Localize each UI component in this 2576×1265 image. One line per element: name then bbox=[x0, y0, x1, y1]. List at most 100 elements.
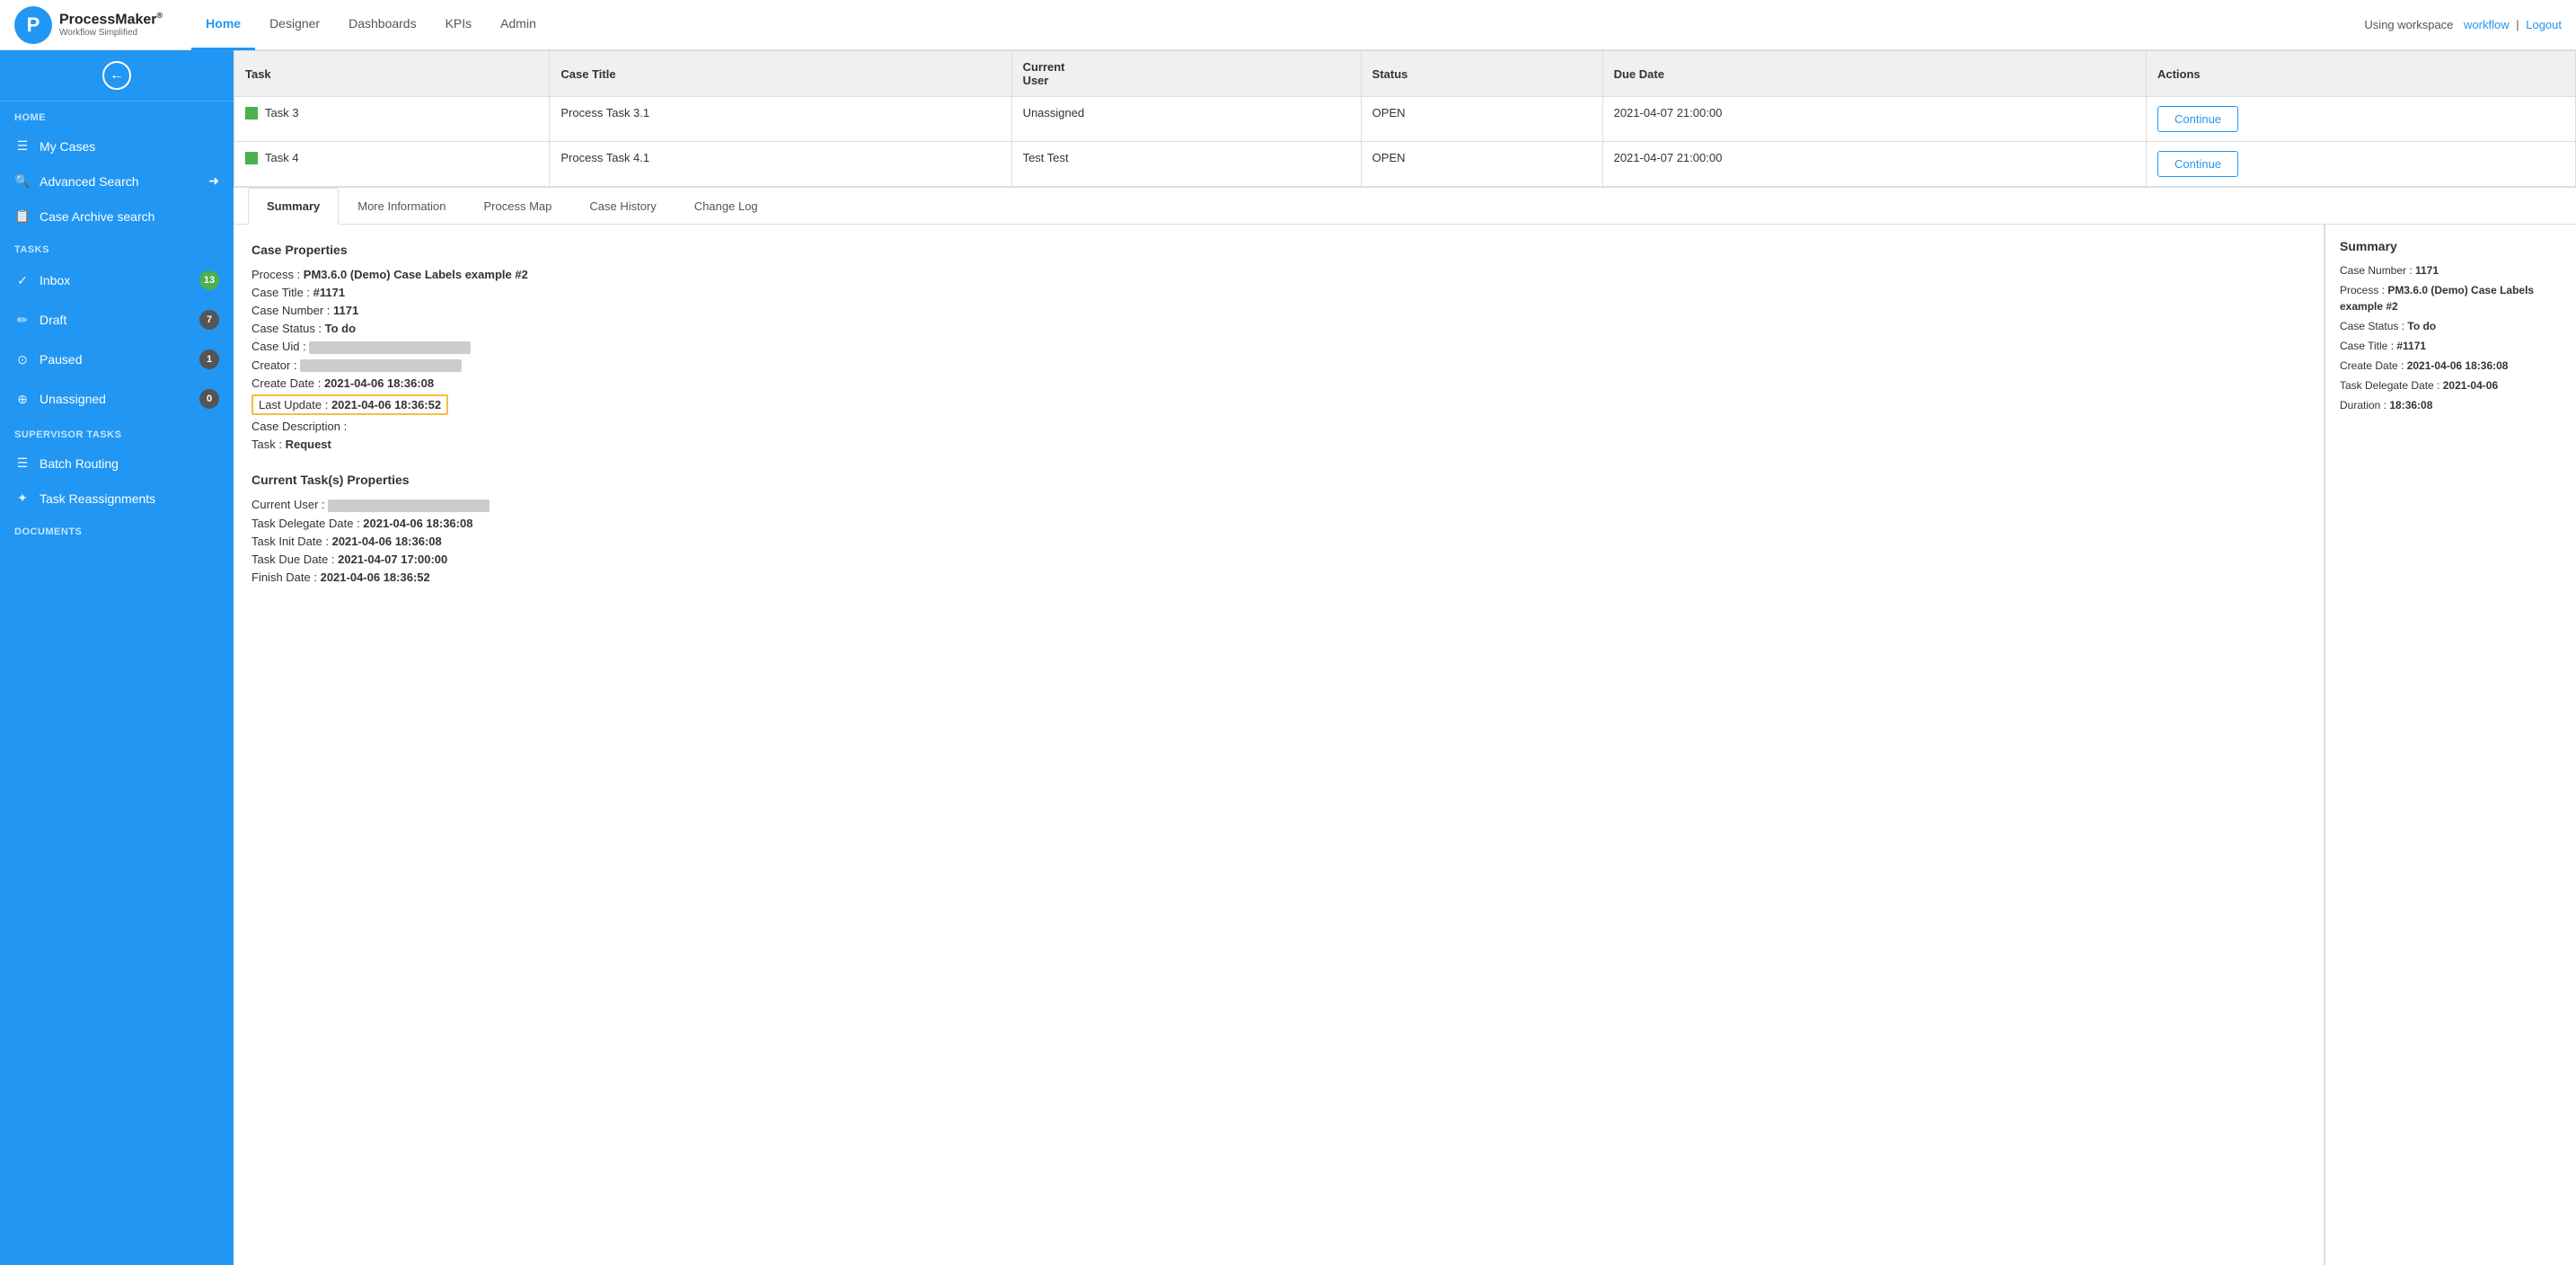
row1-case-title: Process Task 3.1 bbox=[550, 97, 1011, 142]
task-due-date-value: 2021-04-07 17:00:00 bbox=[338, 553, 447, 566]
workspace-link[interactable]: workflow bbox=[2464, 18, 2510, 31]
unassigned-icon: ⊕ bbox=[14, 392, 31, 407]
task-delegate-date-value: 2021-04-06 18:36:08 bbox=[363, 517, 472, 530]
prop-case-number: Case Number : 1171 bbox=[251, 304, 2306, 317]
task-reassign-icon: ✦ bbox=[14, 491, 31, 506]
task4-status-icon bbox=[245, 152, 258, 164]
logout-link[interactable]: Logout bbox=[2526, 18, 2562, 31]
prop-case-title-value: #1171 bbox=[313, 286, 345, 299]
right-case-status: Case Status : To do bbox=[2340, 318, 2562, 334]
row2-status: OPEN bbox=[1361, 142, 1602, 187]
col-current-user: CurrentUser bbox=[1011, 51, 1361, 97]
logo-area: P ProcessMaker® Workflow Simplified bbox=[14, 6, 163, 44]
sidebar-item-draft[interactable]: ✏ Draft 7 bbox=[0, 300, 234, 340]
sidebar-item-case-archive[interactable]: 📋 Case Archive search bbox=[0, 199, 234, 234]
sidebar-item-task-reassignments[interactable]: ✦ Task Reassignments bbox=[0, 481, 234, 516]
task-init-date-value: 2021-04-06 18:36:08 bbox=[332, 535, 442, 548]
right-summary-panel: Summary Case Number : 1171 Process : PM3… bbox=[2325, 225, 2576, 1265]
sidebar-item-advanced-search[interactable]: 🔍 Advanced Search ➜ bbox=[0, 164, 234, 199]
row1-continue-button[interactable]: Continue bbox=[2157, 106, 2238, 132]
summary-panel: Case Properties Process : PM3.6.0 (Demo)… bbox=[234, 225, 2325, 1265]
right-case-title: Case Title : #1171 bbox=[2340, 338, 2562, 354]
sidebar-item-inbox[interactable]: ✓ Inbox 13 bbox=[0, 261, 234, 300]
sidebar-item-unassigned[interactable]: ⊕ Unassigned 0 bbox=[0, 379, 234, 419]
prop-current-user: Current User : bbox=[251, 498, 2306, 512]
main-nav: Home Designer Dashboards KPIs Admin bbox=[191, 0, 551, 50]
prop-task-delegate-date: Task Delegate Date : 2021-04-06 18:36:08 bbox=[251, 517, 2306, 530]
sidebar-label-task-reassignments: Task Reassignments bbox=[40, 491, 155, 506]
sidebar: ← HOME ☰ My Cases 🔍 Advanced Search ➜ 📋 … bbox=[0, 50, 234, 1265]
right-duration: Duration : 18:36:08 bbox=[2340, 397, 2562, 413]
back-icon: ← bbox=[110, 67, 124, 84]
right-process: Process : PM3.6.0 (Demo) Case Labels exa… bbox=[2340, 282, 2562, 314]
tab-case-history[interactable]: Case History bbox=[570, 188, 675, 225]
tab-more-info[interactable]: More Information bbox=[339, 188, 464, 225]
col-task: Task bbox=[234, 51, 550, 97]
sidebar-item-paused[interactable]: ⊙ Paused 1 bbox=[0, 340, 234, 379]
prop-case-status: Case Status : To do bbox=[251, 322, 2306, 335]
current-task-section: Current Task(s) Properties Current User … bbox=[251, 473, 2306, 584]
row1-action: Continue bbox=[2146, 97, 2575, 142]
back-button[interactable]: ← bbox=[102, 61, 131, 90]
row2-task: Task 4 bbox=[234, 142, 550, 187]
prop-task: Task : Request bbox=[251, 438, 2306, 451]
tab-summary[interactable]: Summary bbox=[248, 188, 339, 225]
sidebar-item-batch-routing[interactable]: ☰ Batch Routing bbox=[0, 446, 234, 481]
task3-status-icon bbox=[245, 107, 258, 119]
brand-tagline: Workflow Simplified bbox=[59, 28, 163, 39]
right-summary-title: Summary bbox=[2340, 239, 2562, 253]
table-row: Task 4 Process Task 4.1 Test Test OPEN 2… bbox=[234, 142, 2576, 187]
case-uid-blurred bbox=[309, 341, 471, 354]
paused-badge: 1 bbox=[199, 349, 219, 369]
tab-process-map[interactable]: Process Map bbox=[465, 188, 571, 225]
prop-process: Process : PM3.6.0 (Demo) Case Labels exa… bbox=[251, 268, 2306, 281]
tabs-bar: Summary More Information Process Map Cas… bbox=[234, 188, 2576, 225]
col-due-date: Due Date bbox=[1602, 51, 2146, 97]
row1-user: Unassigned bbox=[1011, 97, 1361, 142]
nav-admin[interactable]: Admin bbox=[486, 0, 551, 50]
prop-last-update: Last Update : 2021-04-06 18:36:52 bbox=[251, 394, 2306, 415]
prop-task-due-date: Task Due Date : 2021-04-07 17:00:00 bbox=[251, 553, 2306, 566]
prop-process-value: PM3.6.0 (Demo) Case Labels example #2 bbox=[304, 268, 528, 281]
main-layout: ← HOME ☰ My Cases 🔍 Advanced Search ➜ 📋 … bbox=[0, 50, 2576, 1265]
nav-designer[interactable]: Designer bbox=[255, 0, 334, 50]
finish-date-value: 2021-04-06 18:36:52 bbox=[321, 571, 430, 584]
prop-case-status-value: To do bbox=[325, 322, 356, 335]
case-properties-title: Case Properties bbox=[251, 243, 2306, 257]
top-nav: P ProcessMaker® Workflow Simplified Home… bbox=[0, 0, 2576, 50]
draft-badge: 7 bbox=[199, 310, 219, 330]
sidebar-label-paused: Paused bbox=[40, 352, 82, 367]
prop-case-title: Case Title : #1171 bbox=[251, 286, 2306, 299]
prop-case-description: Case Description : bbox=[251, 420, 2306, 433]
case-properties-section: Case Properties Process : PM3.6.0 (Demo)… bbox=[251, 243, 2306, 451]
sidebar-label-inbox: Inbox bbox=[40, 273, 70, 288]
row1-due-date: 2021-04-07 21:00:00 bbox=[1602, 97, 2146, 142]
sidebar-section-tasks: TASKS bbox=[0, 234, 234, 261]
sidebar-label-mycases: My Cases bbox=[40, 139, 95, 154]
row2-due-date: 2021-04-07 21:00:00 bbox=[1602, 142, 2146, 187]
prop-finish-date: Finish Date : 2021-04-06 18:36:52 bbox=[251, 571, 2306, 584]
col-actions: Actions bbox=[2146, 51, 2575, 97]
row1-status: OPEN bbox=[1361, 97, 1602, 142]
case-archive-icon: 📋 bbox=[14, 208, 31, 224]
row2-continue-button[interactable]: Continue bbox=[2157, 151, 2238, 177]
current-task-title: Current Task(s) Properties bbox=[251, 473, 2306, 487]
sidebar-item-mycases[interactable]: ☰ My Cases bbox=[0, 128, 234, 164]
nav-dashboards[interactable]: Dashboards bbox=[334, 0, 431, 50]
sidebar-label-batch-routing: Batch Routing bbox=[40, 456, 119, 471]
right-case-number: Case Number : 1171 bbox=[2340, 262, 2562, 279]
row1-task: Task 3 bbox=[234, 97, 550, 142]
nav-home[interactable]: Home bbox=[191, 0, 255, 50]
prop-create-date-value: 2021-04-06 18:36:08 bbox=[324, 376, 434, 390]
tab-change-log[interactable]: Change Log bbox=[675, 188, 777, 225]
inbox-icon: ✓ bbox=[14, 273, 31, 288]
sidebar-section-documents: DOCUMENTS bbox=[0, 516, 234, 543]
prop-last-update-value: 2021-04-06 18:36:52 bbox=[331, 398, 441, 411]
content-area: Task Case Title CurrentUser Status Due D… bbox=[234, 50, 2576, 1265]
nav-kpis[interactable]: KPIs bbox=[431, 0, 487, 50]
sidebar-back[interactable]: ← bbox=[0, 50, 234, 102]
batch-routing-icon: ☰ bbox=[14, 456, 31, 471]
prop-case-uid: Case Uid : bbox=[251, 340, 2306, 354]
sidebar-label-case-archive: Case Archive search bbox=[40, 209, 154, 224]
unassigned-badge: 0 bbox=[199, 389, 219, 409]
